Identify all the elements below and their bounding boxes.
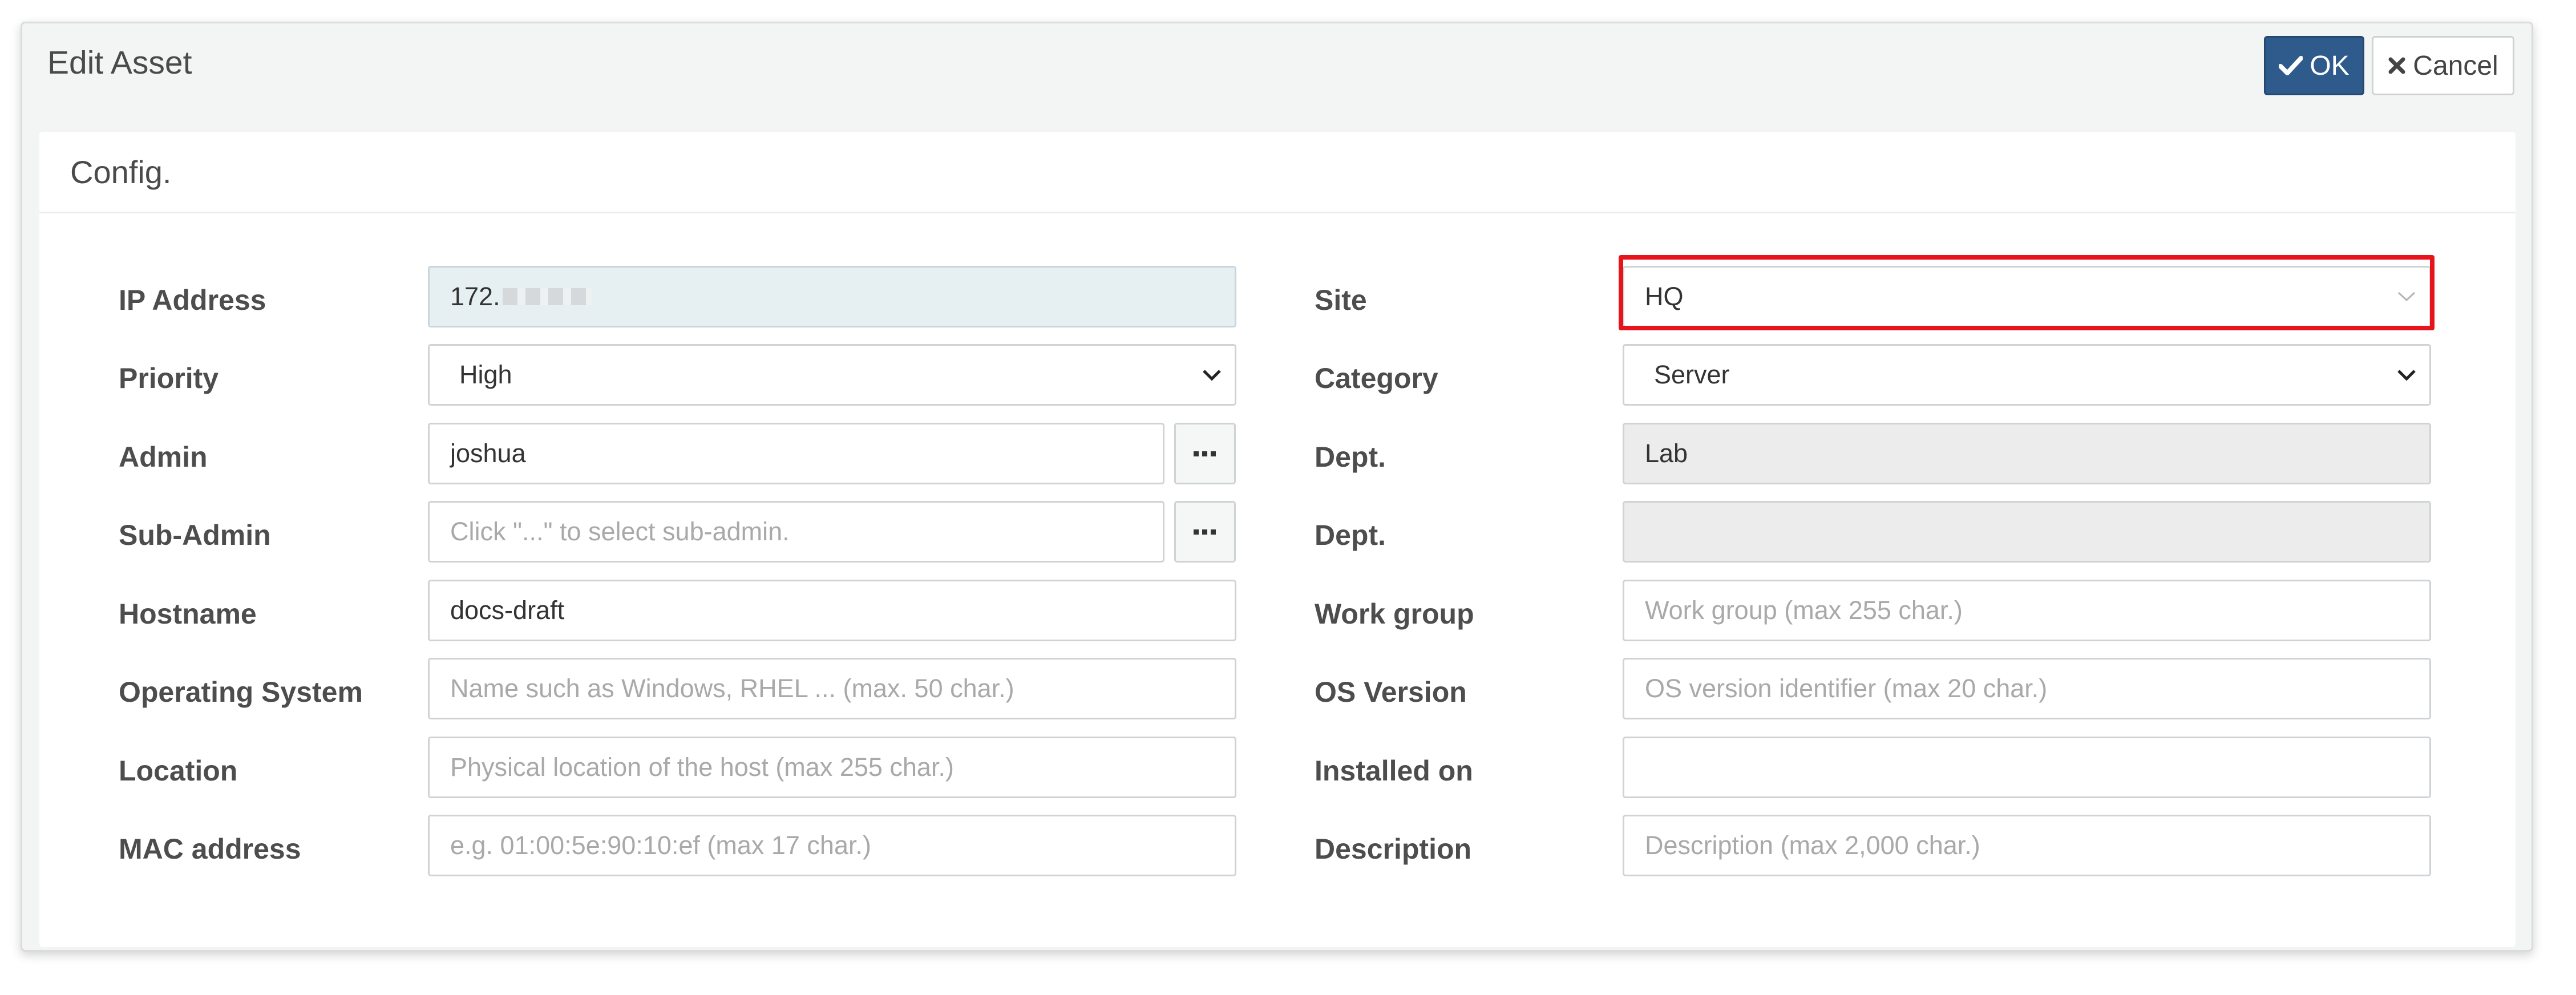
mac-address-placeholder: e.g. 01:00:5e:90:10:ef (max 17 char.) [450,831,871,860]
admin-field[interactable]: joshua [428,423,1164,484]
hostname-field[interactable]: docs-draft [428,580,1236,641]
installed-on-label: Installed on [1315,755,1473,787]
operating-system-placeholder: Name such as Windows, RHEL ... (max. 50 … [450,674,1014,703]
dept-field: Lab [1623,423,2431,484]
hostname-value: docs-draft [450,596,565,625]
cancel-button[interactable]: Cancel [2372,36,2514,95]
os-version-label: OS Version [1315,676,1467,708]
location-placeholder: Physical location of the host (max 255 c… [450,753,954,782]
priority-label: Priority [119,362,219,394]
site-label: Site [1315,284,1367,316]
operating-system-field[interactable]: Name such as Windows, RHEL ... (max. 50 … [428,658,1236,719]
description-placeholder: Description (max 2,000 char.) [1645,831,1980,860]
panel-title: Config. [70,153,172,190]
sub-admin-label: Sub-Admin [119,519,271,551]
panel-header: Config. [39,132,2516,213]
sub-admin-dept-field [1623,501,2431,563]
dept-label: Dept. [1315,441,1386,473]
mac-address-field[interactable]: e.g. 01:00:5e:90:10:ef (max 17 char.) [428,815,1236,876]
sub-admin-dept-label: Dept. [1315,519,1386,551]
description-label: Description [1315,833,1472,865]
close-icon [2388,57,2405,74]
location-label: Location [119,755,238,787]
work-group-field[interactable]: Work group (max 255 char.) [1623,580,2431,641]
priority-select[interactable]: High [428,344,1236,406]
ellipsis-icon [1194,529,1216,535]
work-group-label: Work group [1315,598,1474,630]
installed-on-field[interactable] [1623,737,2431,798]
sub-admin-placeholder: Click "..." to select sub-admin. [450,517,790,546]
sub-admin-select-button[interactable] [1174,501,1236,563]
site-highlight-box [1619,255,2435,330]
priority-value: High [459,360,512,389]
admin-value: joshua [450,439,526,468]
chevron-down-icon [2397,370,2416,381]
category-label: Category [1315,362,1438,394]
admin-label: Admin [119,441,208,473]
redacted-ip-segment [502,288,592,305]
config-panel: Config. IP Address 172. Priority High Ad… [39,132,2516,947]
category-value: Server [1654,360,1730,389]
work-group-placeholder: Work group (max 255 char.) [1645,596,1963,625]
check-icon [2279,56,2303,75]
cancel-button-label: Cancel [2413,50,2498,81]
edit-asset-dialog: Edit Asset OK Cancel Config. IP Address … [21,22,2533,952]
mac-address-label: MAC address [119,833,301,865]
chevron-down-icon [1203,370,1221,381]
ok-button[interactable]: OK [2264,36,2364,95]
hostname-label: Hostname [119,598,257,630]
admin-select-button[interactable] [1174,423,1236,484]
os-version-field[interactable]: OS version identifier (max 20 char.) [1623,658,2431,719]
ip-address-field[interactable]: 172. [428,266,1236,327]
location-field[interactable]: Physical location of the host (max 255 c… [428,737,1236,798]
sub-admin-field[interactable]: Click "..." to select sub-admin. [428,501,1164,563]
category-select[interactable]: Server [1623,344,2431,406]
ip-address-value: 172. [450,282,500,311]
dialog-title: Edit Asset [47,45,192,81]
description-field[interactable]: Description (max 2,000 char.) [1623,815,2431,876]
ellipsis-icon [1194,451,1216,456]
os-version-placeholder: OS version identifier (max 20 char.) [1645,674,2048,703]
dept-value: Lab [1645,439,1688,468]
ip-address-label: IP Address [119,284,266,316]
ok-button-label: OK [2310,50,2349,81]
operating-system-label: Operating System [119,676,363,708]
